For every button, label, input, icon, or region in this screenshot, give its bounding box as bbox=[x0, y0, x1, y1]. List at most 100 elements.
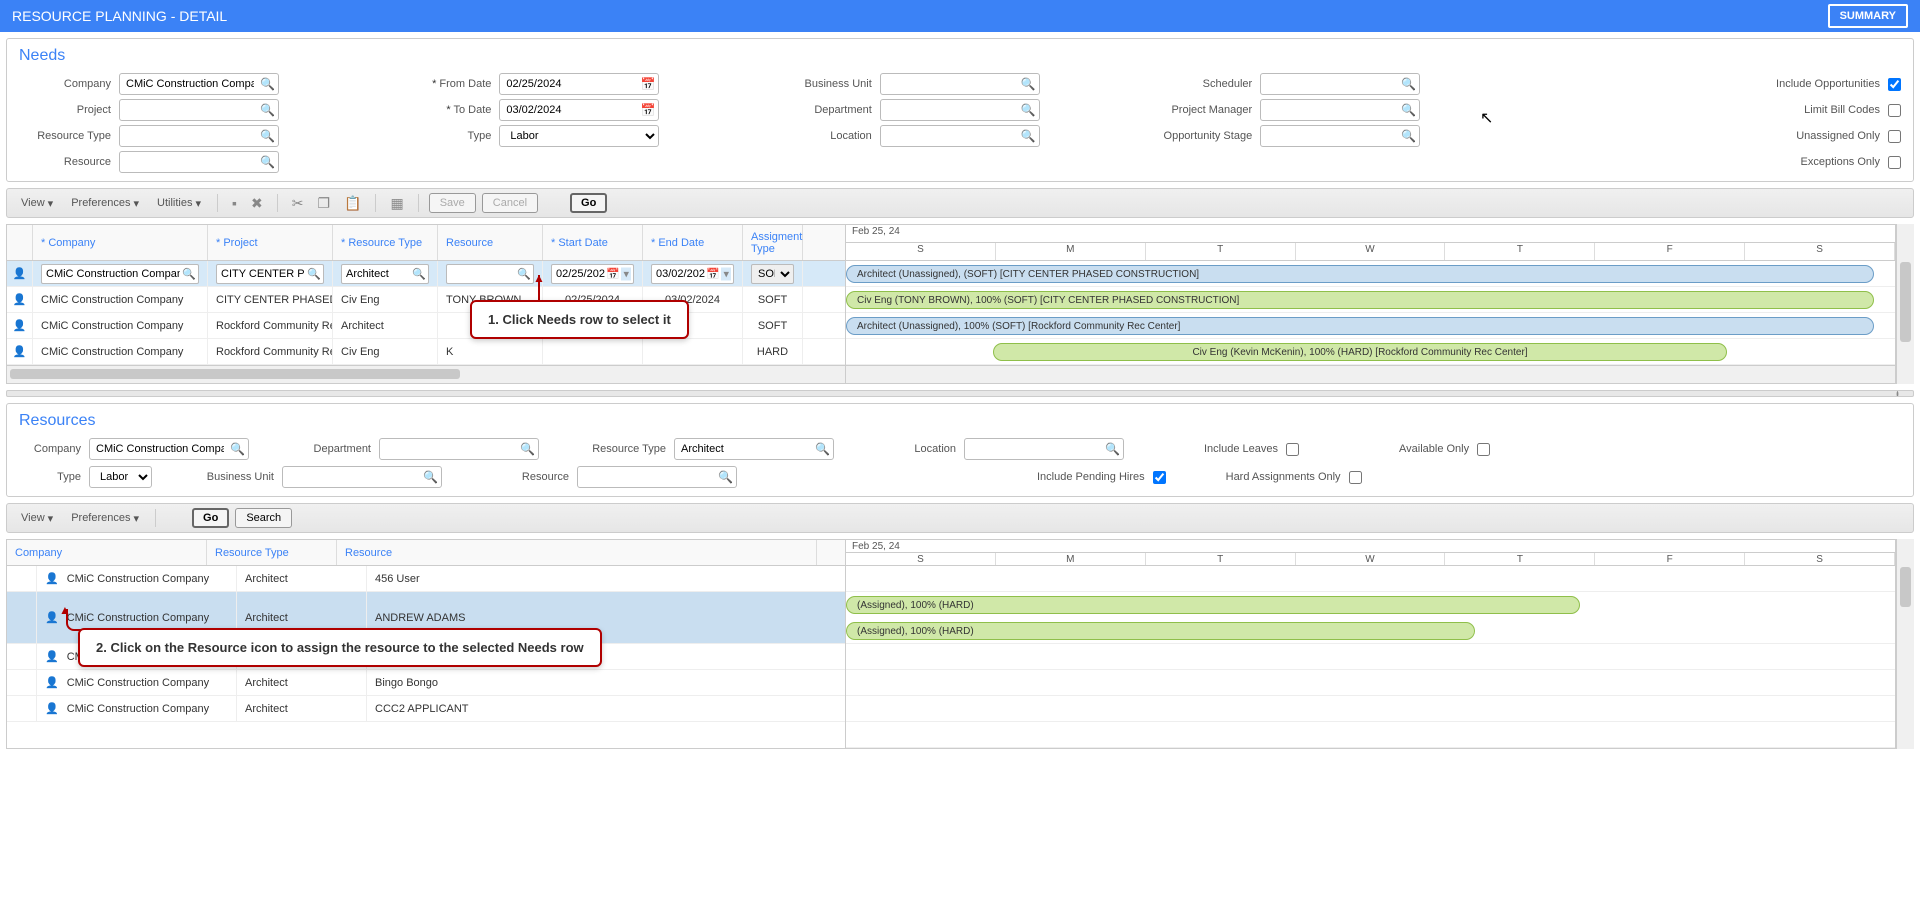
unassigned-checkbox[interactable] bbox=[1888, 130, 1901, 143]
label-r-dept: Department bbox=[299, 443, 379, 455]
label-businessunit: Business Unit bbox=[780, 78, 880, 90]
company-input[interactable] bbox=[119, 73, 279, 95]
dropdown-icon[interactable]: ▾ bbox=[721, 267, 731, 280]
paste-icon[interactable]: 📋 bbox=[340, 193, 365, 214]
label-hardonly: Hard Assignments Only bbox=[1226, 471, 1341, 483]
hscroll[interactable] bbox=[7, 365, 845, 383]
gantt-row bbox=[846, 696, 1895, 722]
limitbill-checkbox[interactable] bbox=[1888, 104, 1901, 117]
cancel-button[interactable]: Cancel bbox=[482, 193, 538, 213]
r-resource-input[interactable] bbox=[577, 466, 737, 488]
gantt-bar[interactable]: Civ Eng (TONY BROWN), 100% (SOFT) [CITY … bbox=[846, 291, 1874, 309]
location-input[interactable] bbox=[880, 125, 1040, 147]
save-button[interactable]: Save bbox=[429, 193, 476, 213]
label-location: Location bbox=[780, 130, 880, 142]
label-fromdate: From Date bbox=[399, 78, 499, 90]
person-icon[interactable]: 👤 bbox=[45, 702, 59, 715]
gantt-bar[interactable]: Architect (Unassigned), (SOFT) [CITY CEN… bbox=[846, 265, 1874, 283]
person-icon[interactable]: 👤 bbox=[45, 572, 59, 585]
utilities-menu[interactable]: Utilities ▾ bbox=[151, 195, 207, 212]
add-icon[interactable]: ▪ bbox=[228, 193, 241, 213]
label-resource: Resource bbox=[19, 156, 119, 168]
vscroll[interactable] bbox=[1896, 224, 1914, 384]
search-button[interactable]: Search bbox=[235, 508, 292, 528]
splitter[interactable] bbox=[6, 390, 1914, 397]
person-icon[interactable]: 👤 bbox=[45, 676, 59, 689]
gantt-row: Civ Eng (Kevin McKenin), 100% (HARD) [Ro… bbox=[846, 339, 1895, 365]
resource-row[interactable]: 👤CMiC Construction Company Architect 456… bbox=[7, 566, 845, 592]
header-restype[interactable]: * Resource Type bbox=[333, 225, 438, 260]
hardonly-checkbox[interactable] bbox=[1349, 471, 1362, 484]
gantt-bar[interactable]: Civ Eng (Kevin McKenin), 100% (HARD) [Ro… bbox=[993, 343, 1727, 361]
search-icon: 🔍 bbox=[412, 267, 426, 280]
r-restype-input[interactable] bbox=[674, 438, 834, 460]
grid-icon[interactable]: ▦ bbox=[386, 193, 407, 214]
row-company-input[interactable] bbox=[41, 264, 199, 284]
r-bu-input[interactable] bbox=[282, 466, 442, 488]
exceptions-checkbox[interactable] bbox=[1888, 156, 1901, 169]
go-button[interactable]: Go bbox=[570, 193, 607, 213]
oppstage-input[interactable] bbox=[1260, 125, 1420, 147]
header-enddate[interactable]: * End Date bbox=[643, 225, 743, 260]
r-type-select[interactable]: Labor bbox=[89, 466, 152, 488]
includeopps-checkbox[interactable] bbox=[1888, 78, 1901, 91]
pendinghires-checkbox[interactable] bbox=[1153, 471, 1166, 484]
gantt-bar[interactable]: (Assigned), 100% (HARD) bbox=[846, 596, 1580, 614]
type-select[interactable]: Labor bbox=[499, 125, 659, 147]
header-project[interactable]: * Project bbox=[208, 225, 333, 260]
dropdown-icon[interactable]: ▾ bbox=[621, 267, 631, 280]
delete-icon[interactable]: ✖ bbox=[247, 193, 267, 214]
summary-button[interactable]: SUMMARY bbox=[1828, 4, 1908, 28]
preferences-menu-2[interactable]: Preferences ▾ bbox=[65, 510, 145, 527]
fromdate-input[interactable] bbox=[499, 73, 659, 95]
needs-row[interactable]: 👤 CMiC Construction Company Rockford Com… bbox=[7, 313, 845, 339]
header-r-restype[interactable]: Resource Type bbox=[207, 540, 337, 565]
businessunit-input[interactable] bbox=[880, 73, 1040, 95]
department-input[interactable] bbox=[880, 99, 1040, 121]
row-company: CMiC Construction Company bbox=[67, 703, 209, 715]
view-menu-2[interactable]: View ▾ bbox=[15, 510, 59, 527]
resource-input[interactable] bbox=[119, 151, 279, 173]
needs-row[interactable]: 👤 🔍 🔍 🔍 🔍 📅▾ 📅▾ SOFT bbox=[7, 261, 845, 287]
person-icon[interactable]: 👤 bbox=[45, 611, 59, 624]
row-assigntype-select[interactable]: SOFT bbox=[751, 264, 794, 284]
includeleaves-checkbox[interactable] bbox=[1286, 443, 1299, 456]
person-icon[interactable]: 👤 bbox=[45, 650, 59, 663]
preferences-menu[interactable]: Preferences ▾ bbox=[65, 195, 145, 212]
r-company-input[interactable] bbox=[89, 438, 249, 460]
cut-icon[interactable]: ✂ bbox=[288, 193, 308, 214]
r-dept-input[interactable] bbox=[379, 438, 539, 460]
resource-row[interactable]: 👤CMiC Construction Company Architect CCC… bbox=[7, 696, 845, 722]
header-r-resource[interactable]: Resource bbox=[337, 540, 817, 565]
row-company: CMiC Construction Company bbox=[67, 612, 209, 624]
restype-input[interactable] bbox=[119, 125, 279, 147]
header-company[interactable]: * Company bbox=[33, 225, 208, 260]
vscroll-2[interactable] bbox=[1896, 539, 1914, 749]
label-r-type: Type bbox=[19, 471, 89, 483]
header-r-company[interactable]: Company bbox=[7, 540, 207, 565]
header-assigntype[interactable]: Assigment Type bbox=[743, 225, 803, 260]
resource-row[interactable]: 👤CMiC Construction Company Architect Bin… bbox=[7, 670, 845, 696]
row-restype: Civ Eng bbox=[333, 287, 438, 312]
go-button-2[interactable]: Go bbox=[192, 508, 229, 528]
r-location-input[interactable] bbox=[964, 438, 1124, 460]
copy-icon[interactable]: ❐ bbox=[313, 193, 334, 214]
todate-input[interactable] bbox=[499, 99, 659, 121]
needs-row[interactable]: 👤 CMiC Construction Company CITY CENTER … bbox=[7, 287, 845, 313]
gantt-row bbox=[846, 644, 1895, 670]
label-includeopps: Include Opportunities bbox=[1776, 78, 1880, 90]
needs-row[interactable]: 👤 CMiC Construction Company Rockford Com… bbox=[7, 339, 845, 365]
view-menu[interactable]: View ▾ bbox=[15, 195, 59, 212]
row-assigntype: SOFT bbox=[743, 313, 803, 338]
projectmgr-input[interactable] bbox=[1260, 99, 1420, 121]
availonly-checkbox[interactable] bbox=[1477, 443, 1490, 456]
header-resource[interactable]: Resource bbox=[438, 225, 543, 260]
scheduler-input[interactable] bbox=[1260, 73, 1420, 95]
header-startdate[interactable]: * Start Date bbox=[543, 225, 643, 260]
project-input[interactable] bbox=[119, 99, 279, 121]
gantt-bar[interactable]: (Assigned), 100% (HARD) bbox=[846, 622, 1475, 640]
hscroll-gantt[interactable] bbox=[846, 365, 1895, 383]
needs-toolbar: View ▾ Preferences ▾ Utilities ▾ ▪ ✖ ✂ ❐… bbox=[6, 188, 1914, 218]
gantt-row bbox=[846, 566, 1895, 592]
gantt-bar[interactable]: Architect (Unassigned), 100% (SOFT) [Roc… bbox=[846, 317, 1874, 335]
